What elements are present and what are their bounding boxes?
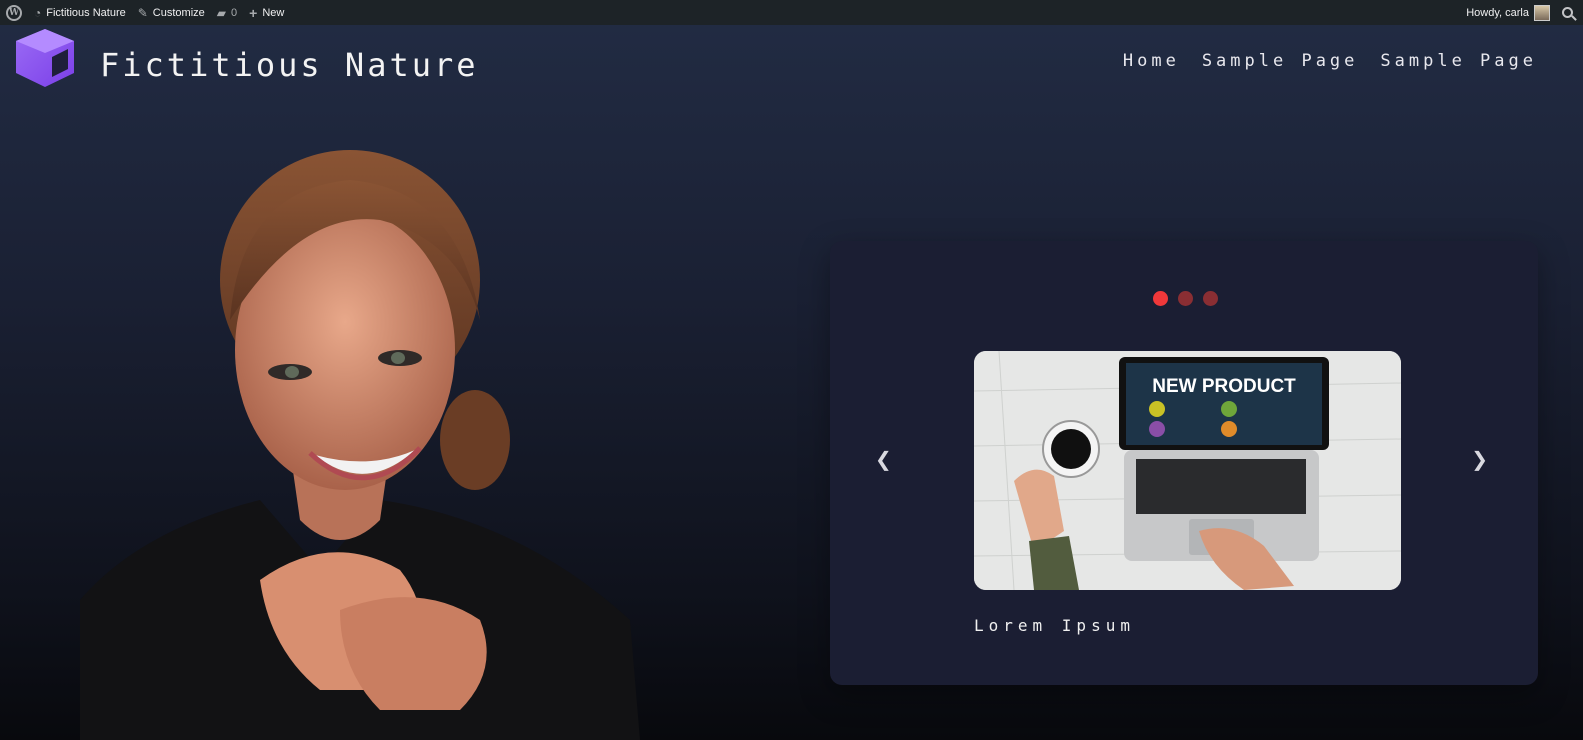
site-title[interactable]: Fictitious Nature <box>100 46 479 84</box>
comment-icon: ▰ <box>216 5 226 20</box>
slider-dot-1[interactable] <box>1152 291 1168 306</box>
slider-dots <box>830 291 1538 306</box>
wordpress-logo-button[interactable]: W <box>0 0 28 25</box>
site-logo-cube-icon[interactable] <box>12 27 78 89</box>
slider-dot-3[interactable] <box>1202 291 1218 306</box>
avatar <box>1534 4 1550 21</box>
nav-item-sample-page-1[interactable]: Sample Page <box>1202 51 1359 71</box>
howdy-label: Howdy, carla <box>1466 6 1529 19</box>
main-nav: Home Sample Page Sample Page <box>1123 51 1537 71</box>
site-name-label: Fictitious Nature <box>46 6 126 19</box>
wordpress-icon: W <box>6 4 22 21</box>
slider-dot-2[interactable] <box>1177 291 1193 306</box>
site-name-link[interactable]: ◔ Fictitious Nature <box>28 0 132 25</box>
slide-headline: NEW PRODUCT <box>1152 376 1296 397</box>
slider-next-arrow-icon[interactable]: ❯ <box>1471 447 1488 471</box>
nav-item-sample-page-2[interactable]: Sample Page <box>1380 51 1537 71</box>
comments-link[interactable]: ▰ 0 <box>211 0 243 25</box>
laptop-coffee-illustration: NEW PRODUCT <box>974 351 1401 590</box>
slider-card: ❮ ❯ NEW PRODUCT Lorem Ipsum <box>830 241 1538 685</box>
customize-link[interactable]: ✎ Customize <box>132 0 211 25</box>
nav-item-home[interactable]: Home <box>1123 51 1180 71</box>
customize-label: Customize <box>152 6 205 19</box>
admin-bar: W ◔ Fictitious Nature ✎ Customize ▰ 0 + … <box>0 0 1583 25</box>
dashboard-icon: ◔ <box>34 5 42 20</box>
woman-portrait-image <box>80 150 640 740</box>
slide-caption[interactable]: Lorem Ipsum <box>974 616 1135 635</box>
account-menu[interactable]: Howdy, carla <box>1460 0 1556 25</box>
slide-image: NEW PRODUCT <box>974 351 1401 590</box>
slider-prev-arrow-icon[interactable]: ❮ <box>875 447 892 471</box>
plus-icon: + <box>249 4 258 21</box>
new-content-link[interactable]: + New <box>243 0 290 25</box>
comments-count: 0 <box>231 6 238 19</box>
search-icon[interactable] <box>1562 7 1573 18</box>
new-label: New <box>262 6 285 19</box>
brush-icon: ✎ <box>137 5 148 20</box>
